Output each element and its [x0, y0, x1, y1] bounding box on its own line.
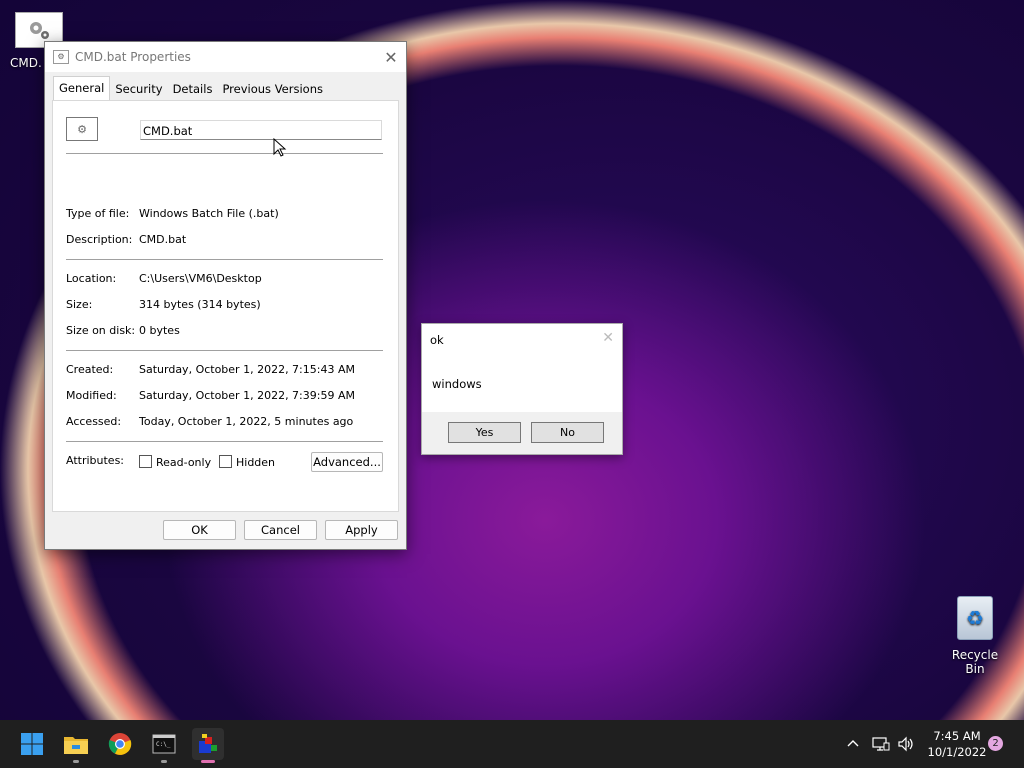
running-indicator: [161, 760, 167, 763]
gear-icon: ⚙: [53, 50, 69, 64]
volume-tray[interactable]: [897, 720, 915, 768]
general-panel: ⚙ CMD.bat Type of file: Windows Batch Fi…: [52, 100, 399, 512]
modified-label: Modified:: [66, 389, 117, 402]
message-text: windows: [432, 377, 482, 391]
type-label: Type of file:: [66, 207, 130, 220]
svg-text:C:\_: C:\_: [156, 741, 171, 748]
size-on-disk-value: 0 bytes: [139, 324, 180, 337]
tab-general[interactable]: General: [53, 76, 111, 103]
cancel-button[interactable]: Cancel: [244, 520, 317, 540]
readonly-checkbox[interactable]: Read-only: [139, 455, 211, 469]
accessed-label: Accessed:: [66, 415, 122, 428]
location-label: Location:: [66, 272, 117, 285]
divider: [66, 259, 383, 260]
description-label: Description:: [66, 233, 133, 246]
running-indicator: [73, 760, 79, 763]
gear-icon: ⚙: [66, 117, 98, 141]
network-icon: [872, 737, 890, 751]
attributes-label: Attributes:: [66, 454, 125, 467]
divider: [66, 350, 383, 351]
notification-badge[interactable]: 2: [988, 736, 1003, 751]
message-footer: Yes No: [422, 412, 622, 454]
title-bar: ⚙ CMD.bat Properties ✕: [45, 42, 406, 72]
mouse-cursor-icon: [273, 138, 287, 157]
taskbar-script-host[interactable]: [192, 728, 224, 763]
type-value: Windows Batch File (.bat): [139, 207, 279, 220]
message-title: ok: [430, 333, 444, 347]
filename-input[interactable]: CMD.bat: [140, 120, 382, 140]
message-box: ok ✕ windows Yes No: [421, 323, 623, 455]
tab-previous-versions[interactable]: Previous Versions: [217, 78, 328, 100]
tab-security[interactable]: Security: [110, 78, 167, 100]
properties-window: ⚙ CMD.bat Properties ✕ General Security …: [44, 41, 407, 550]
hidden-label: Hidden: [236, 456, 276, 469]
location-value: C:\Users\VM6\Desktop: [139, 272, 262, 285]
size-on-disk-label: Size on disk:: [66, 324, 136, 337]
desktop-icon-recycle-bin[interactable]: ♻ Recycle Bin: [942, 596, 1008, 676]
chevron-up-icon: [847, 740, 859, 747]
size-label: Size:: [66, 298, 93, 311]
network-tray[interactable]: [872, 720, 890, 768]
taskbar-file-explorer[interactable]: [60, 728, 92, 763]
created-label: Created:: [66, 363, 114, 376]
show-hidden-icons[interactable]: [846, 720, 860, 768]
clock[interactable]: 7:45 AM 10/1/2022: [922, 728, 992, 760]
close-icon[interactable]: ✕: [376, 48, 406, 67]
accessed-value: Today, October 1, 2022, 5 minutes ago: [139, 415, 354, 428]
checkbox-box[interactable]: [139, 455, 152, 468]
window-title: CMD.bat Properties: [75, 50, 191, 64]
modified-value: Saturday, October 1, 2022, 7:39:59 AM: [139, 389, 355, 402]
divider: [66, 441, 383, 442]
tab-details[interactable]: Details: [168, 78, 218, 100]
taskbar-chrome[interactable]: [104, 728, 136, 760]
created-value: Saturday, October 1, 2022, 7:15:43 AM: [139, 363, 355, 376]
recycle-bin-icon: ♻: [957, 596, 993, 640]
windows-icon: [21, 733, 43, 755]
folder-icon: [64, 737, 88, 754]
volume-icon: [898, 736, 913, 752]
checkbox-box[interactable]: [219, 455, 232, 468]
taskbar: C:\_ 7:45 AM 10/1/2022: [0, 720, 1024, 768]
ok-button[interactable]: OK: [163, 520, 236, 540]
terminal-icon: C:\_: [152, 734, 176, 754]
hidden-checkbox[interactable]: Hidden: [219, 455, 275, 469]
size-value: 314 bytes (314 bytes): [139, 298, 261, 311]
divider: [66, 153, 383, 154]
description-value: CMD.bat: [139, 233, 187, 246]
desktop-icon-label: Recycle Bin: [951, 648, 999, 676]
no-button[interactable]: No: [531, 422, 604, 443]
tab-strip: General Security Details Previous Versio…: [53, 76, 328, 103]
clock-time: 7:45 AM: [933, 729, 981, 743]
chrome-icon: [108, 733, 132, 755]
apply-button[interactable]: Apply: [325, 520, 398, 540]
start-button[interactable]: [16, 728, 48, 760]
clock-date: 10/1/2022: [927, 745, 987, 759]
yes-button[interactable]: Yes: [448, 422, 521, 443]
running-indicator: [201, 760, 215, 763]
close-icon[interactable]: ✕: [602, 330, 614, 346]
advanced-button[interactable]: Advanced...: [311, 452, 383, 472]
script-icon: [199, 734, 217, 753]
readonly-label: Read-only: [156, 456, 212, 469]
taskbar-terminal[interactable]: C:\_: [148, 728, 180, 763]
